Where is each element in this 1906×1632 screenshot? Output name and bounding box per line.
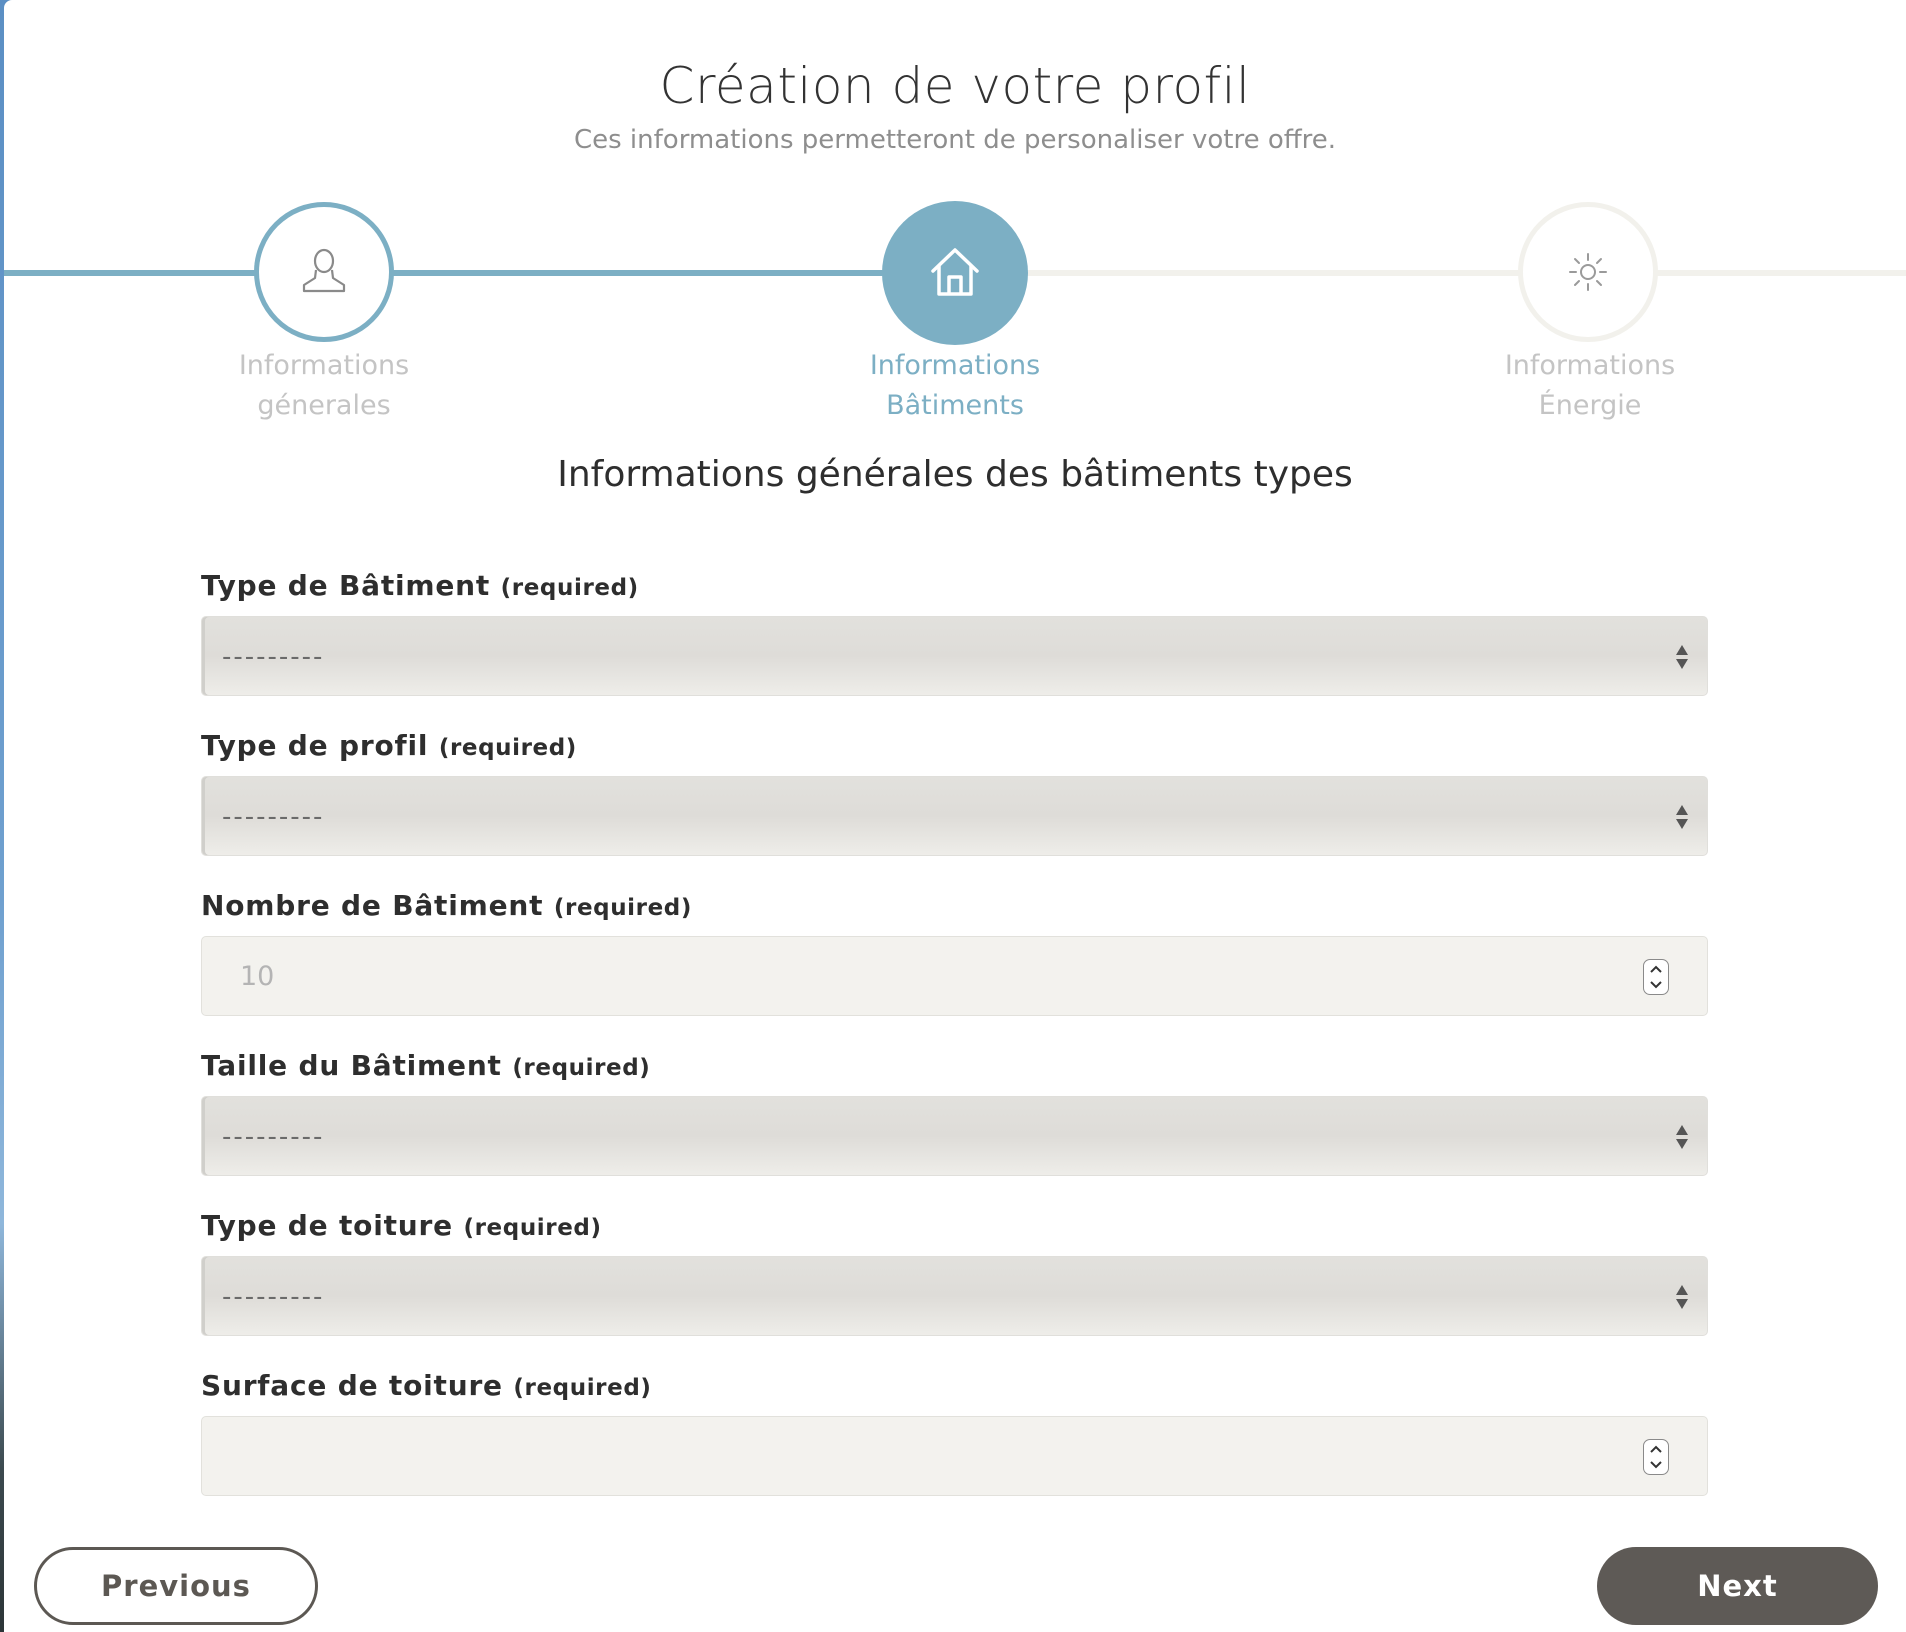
field-label-text: Type de profil <box>201 729 429 762</box>
select-value: --------- <box>222 642 325 672</box>
field-label-text: Type de Bâtiment <box>201 569 491 602</box>
select-value: --------- <box>222 1282 325 1312</box>
roof-type-select[interactable]: --------- <box>201 1256 1708 1336</box>
progress-line-completed <box>4 270 260 276</box>
chevron-down-icon[interactable] <box>1644 977 1668 993</box>
field-label-text: Nombre de Bâtiment <box>201 889 544 922</box>
field-label-text: Taille du Bâtiment <box>201 1049 502 1082</box>
building-count-input[interactable]: 10 <box>201 936 1708 1016</box>
page-title: Création de votre profil <box>659 57 1251 115</box>
required-marker: (required) <box>513 1375 652 1401</box>
profile-creation-modal: Création de votre profil Ces information… <box>4 0 1906 1632</box>
roof-surface-label: Surface de toiture (required) <box>201 1366 652 1408</box>
select-arrows-icon <box>1676 645 1688 669</box>
step-label-line: Énergie <box>1538 390 1642 421</box>
next-button[interactable]: Next <box>1597 1547 1878 1625</box>
previous-button[interactable]: Previous <box>34 1547 318 1625</box>
sun-icon <box>1569 253 1607 291</box>
field-label-text: Surface de toiture <box>201 1369 503 1402</box>
step-label-line: Informations <box>1504 350 1676 381</box>
building-type-label: Type de Bâtiment (required) <box>201 566 639 608</box>
user-icon <box>302 248 346 293</box>
roof-surface-input[interactable] <box>201 1416 1708 1496</box>
step-energy-info-label: Informations Énergie <box>1470 346 1710 426</box>
required-marker: (required) <box>512 1055 651 1081</box>
select-value: --------- <box>222 802 325 832</box>
input-value: 10 <box>240 961 275 992</box>
progress-line-pending <box>1020 270 1525 276</box>
number-spinner[interactable] <box>1643 959 1669 995</box>
step-buildings-info[interactable] <box>882 201 1028 345</box>
select-arrows-icon <box>1676 1125 1688 1149</box>
chevron-up-icon[interactable] <box>1644 961 1668 977</box>
select-value: --------- <box>222 1122 325 1152</box>
progress-line-pending <box>1655 270 1906 276</box>
building-count-label: Nombre de Bâtiment (required) <box>201 886 692 928</box>
profile-type-select[interactable]: --------- <box>201 776 1708 856</box>
step-label-line: génerales <box>257 390 391 421</box>
building-type-select[interactable]: --------- <box>201 616 1708 696</box>
step-label-line: Informations <box>869 350 1041 381</box>
step-general-info-label: Informations génerales <box>204 346 444 426</box>
roof-type-label: Type de toiture (required) <box>201 1206 602 1248</box>
step-energy-info[interactable] <box>1518 202 1658 342</box>
required-marker: (required) <box>463 1215 602 1241</box>
chevron-down-icon[interactable] <box>1644 1457 1668 1473</box>
required-marker: (required) <box>500 575 639 601</box>
chevron-up-icon[interactable] <box>1644 1441 1668 1457</box>
field-label-text: Type de toiture <box>201 1209 453 1242</box>
step-label-line: Informations <box>238 350 410 381</box>
progress-line-completed <box>390 270 890 276</box>
number-spinner[interactable] <box>1643 1439 1669 1475</box>
step-label-line: Bâtiments <box>886 390 1024 421</box>
select-arrows-icon <box>1676 1285 1688 1309</box>
building-size-select[interactable]: --------- <box>201 1096 1708 1176</box>
page-subtitle: Ces informations permetteront de persona… <box>573 125 1337 155</box>
step-buildings-info-label: Informations Bâtiments <box>835 346 1075 426</box>
section-title: Informations générales des bâtiments typ… <box>557 454 1353 495</box>
required-marker: (required) <box>553 895 692 921</box>
home-icon <box>931 248 979 296</box>
step-general-info[interactable] <box>254 202 394 342</box>
profile-type-label: Type de profil (required) <box>201 726 577 768</box>
required-marker: (required) <box>438 735 577 761</box>
select-arrows-icon <box>1676 805 1688 829</box>
building-size-label: Taille du Bâtiment (required) <box>201 1046 650 1088</box>
